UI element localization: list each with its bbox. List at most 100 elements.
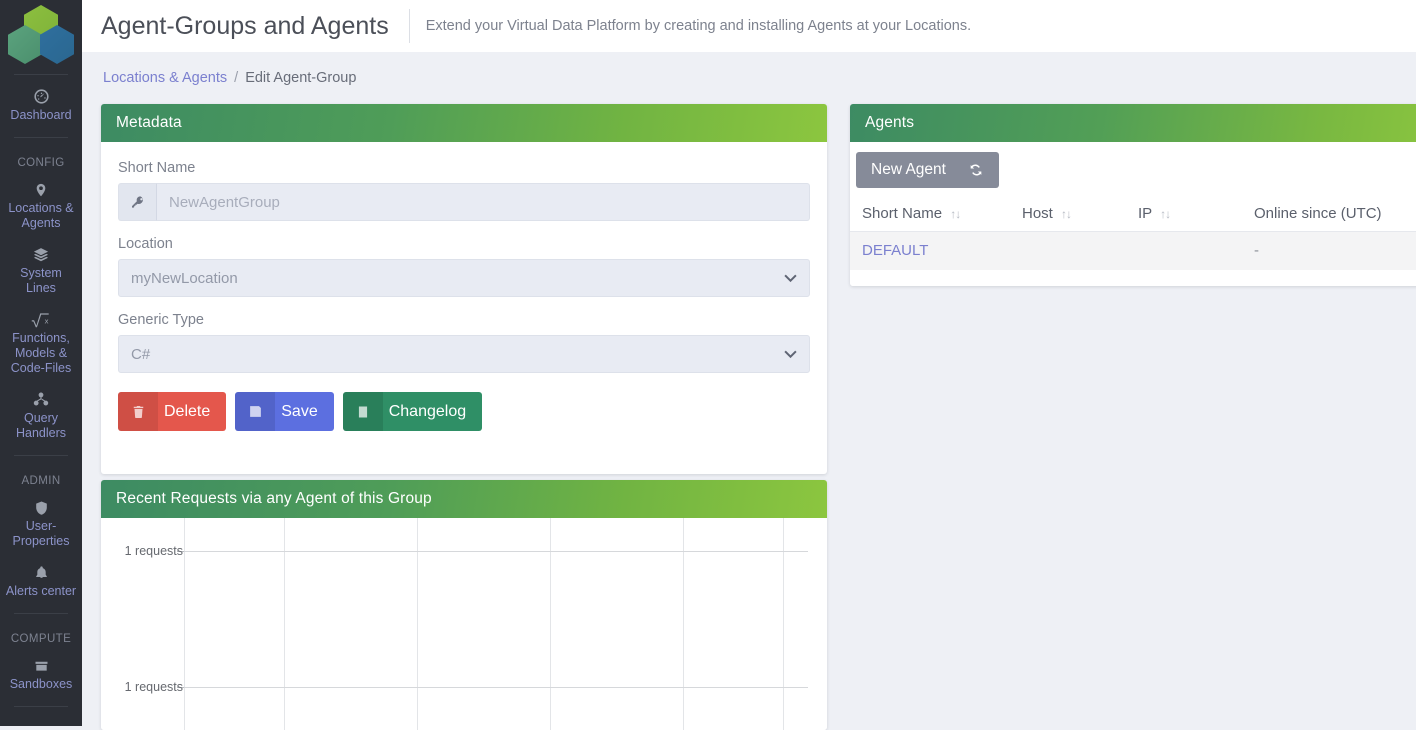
- sidebar-item-alerts-center[interactable]: Alerts center: [0, 557, 82, 607]
- agents-table: Short Name ↑↓ Host ↑↓ IP ↑↓ Online sin: [850, 198, 1416, 270]
- sidebar-item-label: User-Properties: [4, 519, 78, 549]
- agents-table-header-row: Short Name ↑↓ Host ↑↓ IP ↑↓ Online sin: [850, 198, 1416, 232]
- sidebar-item-dashboard[interactable]: Dashboard: [0, 81, 82, 131]
- requests-chart[interactable]: 1 requests 1 requests: [101, 518, 827, 730]
- generic-type-select[interactable]: C#: [118, 335, 810, 373]
- chevron-down-icon: [783, 350, 798, 359]
- chart-y-tick-label: 1 requests: [125, 680, 183, 694]
- column-header-host[interactable]: Host ↑↓: [1022, 198, 1138, 232]
- column-label: Host: [1022, 205, 1053, 222]
- column-header-online-since[interactable]: Online since (UTC): [1254, 198, 1416, 232]
- app-logo[interactable]: [0, 0, 82, 68]
- sidebar-divider-top: [14, 74, 68, 75]
- chart-gridline-v: [783, 518, 784, 730]
- column-label: Online since (UTC): [1254, 205, 1382, 222]
- delete-button[interactable]: Delete: [118, 392, 226, 431]
- cell-short-name[interactable]: DEFAULT: [850, 232, 1022, 271]
- sidebar-item-system-lines[interactable]: System Lines: [0, 239, 82, 304]
- cell-host: [1022, 232, 1138, 271]
- new-agent-button-label: New Agent: [871, 161, 946, 179]
- short-name-input-group: [118, 183, 810, 221]
- trash-icon: [118, 392, 158, 431]
- agents-panel-header: Agents: [850, 104, 1416, 142]
- generic-type-label: Generic Type: [118, 312, 810, 328]
- sqrt-x-icon: x: [4, 310, 78, 329]
- save-button-label: Save: [275, 392, 333, 431]
- sidebar-section-compute: COMPUTE: [0, 620, 82, 650]
- agents-table-body: DEFAULT -: [850, 232, 1416, 271]
- shield-icon: [4, 498, 78, 517]
- sidebar-divider-testing: [14, 706, 68, 707]
- chart-gridline-v: [184, 518, 185, 730]
- agents-panel: Agents New Agent Short Name ↑↓: [850, 104, 1416, 286]
- sidebar-item-label: Locations & Agents: [4, 201, 78, 231]
- delete-button-label: Delete: [158, 392, 226, 431]
- location-select[interactable]: myNewLocation: [118, 259, 810, 297]
- sidebar-item-locations-agents[interactable]: Locations & Agents: [0, 174, 82, 239]
- agents-table-footer: [850, 270, 1416, 286]
- changelog-button[interactable]: Changelog: [343, 392, 482, 431]
- column-header-short-name[interactable]: Short Name ↑↓: [850, 198, 1022, 232]
- short-name-field-block: Short Name: [118, 160, 810, 221]
- sidebar-section-admin: ADMIN: [0, 462, 82, 492]
- column-label: Short Name: [862, 205, 942, 222]
- sidebar-item-sandboxes[interactable]: Sandboxes: [0, 650, 82, 700]
- metadata-panel: Metadata Short Name Location myNewLocati…: [101, 104, 827, 474]
- chevron-down-icon: [783, 274, 798, 283]
- sidebar-item-user-properties[interactable]: User-Properties: [0, 492, 82, 557]
- chart-y-axis: 1 requests 1 requests: [101, 518, 183, 730]
- new-agent-button[interactable]: New Agent: [856, 152, 999, 188]
- sitemap-icon: [4, 390, 78, 409]
- column-label: IP: [1138, 205, 1152, 222]
- location-label: Location: [118, 236, 810, 252]
- svg-text:x: x: [44, 318, 48, 326]
- column-header-ip[interactable]: IP ↑↓: [1138, 198, 1254, 232]
- agents-panel-body: New Agent Short Name ↑↓ Host ↑↓: [850, 142, 1416, 286]
- book-icon: [343, 392, 383, 431]
- breadcrumb-separator: /: [234, 70, 238, 86]
- sidebar-item-label: Alerts center: [4, 584, 78, 599]
- sidebar-divider-admin: [14, 455, 68, 456]
- sidebar: Dashboard CONFIG Locations & Agents Syst…: [0, 0, 82, 726]
- location-field-block: Location myNewLocation: [118, 236, 810, 297]
- sort-icon[interactable]: ↑↓: [950, 207, 960, 221]
- save-button[interactable]: Save: [235, 392, 333, 431]
- chart-gridline-v: [683, 518, 684, 730]
- sidebar-item-label: Sandboxes: [4, 677, 78, 692]
- chart-gridline-h: [184, 551, 808, 552]
- key-icon: [118, 183, 157, 221]
- recent-requests-panel-title: Recent Requests via any Agent of this Gr…: [116, 490, 432, 508]
- sort-icon[interactable]: ↑↓: [1061, 207, 1071, 221]
- short-name-input[interactable]: [157, 183, 810, 221]
- generic-type-field-block: Generic Type C#: [118, 312, 810, 373]
- metadata-panel-header: Metadata: [101, 104, 827, 142]
- table-row[interactable]: DEFAULT -: [850, 232, 1416, 271]
- sort-icon[interactable]: ↑↓: [1160, 207, 1170, 221]
- generic-type-select-value: C#: [131, 346, 150, 363]
- page-subtitle: Extend your Virtual Data Platform by cre…: [426, 18, 971, 34]
- metadata-panel-title: Metadata: [116, 114, 182, 132]
- refresh-sync-icon[interactable]: [968, 162, 984, 178]
- metadata-action-buttons: Delete Save Changelog: [118, 392, 810, 431]
- map-pin-icon: [4, 180, 78, 199]
- chart-gridline-v: [417, 518, 418, 730]
- sidebar-divider-config: [14, 137, 68, 138]
- location-select-value: myNewLocation: [131, 270, 238, 287]
- changelog-button-label: Changelog: [383, 392, 482, 431]
- layers-icon: [4, 245, 78, 264]
- hexagon-logo-icon: [8, 5, 74, 63]
- agents-panel-title: Agents: [865, 114, 914, 132]
- box-icon: [4, 656, 78, 675]
- cell-ip: [1138, 232, 1254, 271]
- breadcrumb-link-locations-agents[interactable]: Locations & Agents: [103, 70, 227, 86]
- breadcrumb-current: Edit Agent-Group: [245, 70, 356, 86]
- dashboard-gauge-icon: [4, 87, 78, 106]
- sidebar-item-label: Query Handlers: [4, 411, 78, 441]
- sidebar-item-query-handlers[interactable]: Query Handlers: [0, 384, 82, 449]
- metadata-panel-body: Short Name Location myNewLocation: [101, 142, 827, 447]
- chart-gridline-h: [184, 687, 808, 688]
- header-divider: [409, 9, 410, 43]
- chart-gridline-v: [284, 518, 285, 730]
- sidebar-item-functions-models-codefiles[interactable]: x Functions, Models & Code-Files: [0, 304, 82, 384]
- chart-gridline-v: [550, 518, 551, 730]
